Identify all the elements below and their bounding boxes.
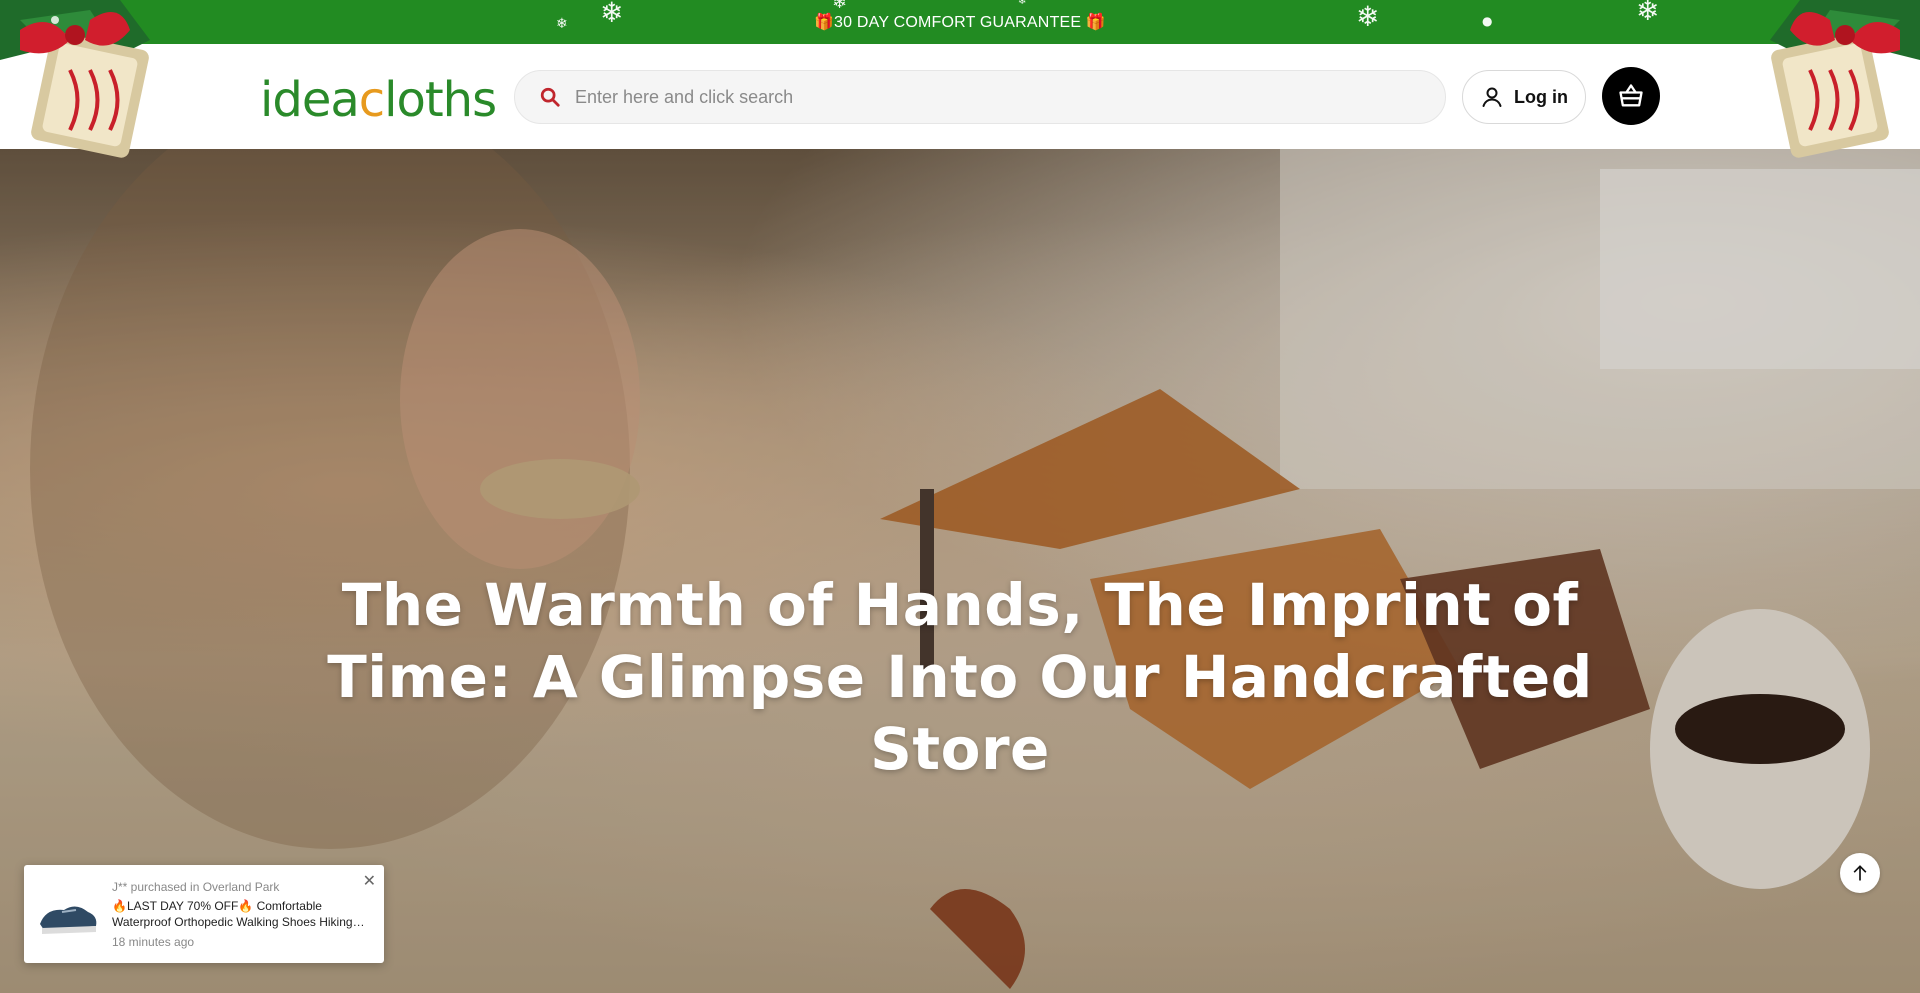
- basket-icon: [1619, 84, 1643, 107]
- announcement-text: 🎁30 DAY COMFORT GUARANTEE 🎁: [813, 14, 1107, 31]
- search-input[interactable]: [575, 86, 1395, 108]
- purchase-product[interactable]: 🔥LAST DAY 70% OFF🔥 Comfortable Waterproo…: [112, 898, 368, 930]
- cart-button[interactable]: [1602, 67, 1660, 125]
- snowflake-icon: ❄: [1636, 0, 1660, 27]
- purchase-who: J** purchased in Overland Park: [112, 879, 280, 894]
- announcement-bar: ❄ ❄ ❄ ❄ ● ❄ ❄ 🎁30 DAY COMFORT GUARANTEE …: [0, 0, 1920, 44]
- site-logo[interactable]: i dea c loths: [260, 62, 497, 128]
- christmas-bell-decoration: [0, 0, 150, 158]
- site-header: ideacloths Log in: [0, 44, 1920, 149]
- purchase-notification[interactable]: J** purchased in Overland Park 🔥LAST DAY…: [24, 865, 384, 963]
- shoe-thumbnail: [40, 906, 97, 934]
- logo-text: dea: [272, 72, 359, 128]
- hero-title: The Warmth of Hands, The Imprint of Time…: [327, 571, 1593, 783]
- logo-text: c: [358, 72, 385, 128]
- snowflake-icon: ❄: [832, 0, 848, 13]
- snowflake-icon: ❄: [1018, 0, 1027, 7]
- close-icon[interactable]: ✕: [363, 871, 376, 890]
- snowflake-icon: ❄: [600, 0, 624, 29]
- snowflake-icon: ❄: [1356, 0, 1380, 33]
- search-icon[interactable]: [539, 86, 561, 108]
- purchase-time: 18 minutes ago: [112, 934, 195, 949]
- login-button[interactable]: Log in: [1462, 70, 1586, 124]
- christmas-bell-decoration: [1770, 0, 1920, 158]
- arrow-up-icon: [1853, 865, 1867, 881]
- notification-text: J** purchased in Overland Park 🔥LAST DAY…: [112, 879, 368, 950]
- search-bar[interactable]: [514, 70, 1446, 124]
- logo-text: loths: [384, 72, 497, 128]
- back-to-top-button[interactable]: [1840, 853, 1880, 893]
- snowflake-icon: ●: [1482, 14, 1493, 28]
- login-label: Log in: [1514, 86, 1568, 107]
- user-icon: [1482, 87, 1502, 107]
- logo-text: i: [260, 72, 273, 128]
- snowflake-icon: ❄: [556, 16, 568, 32]
